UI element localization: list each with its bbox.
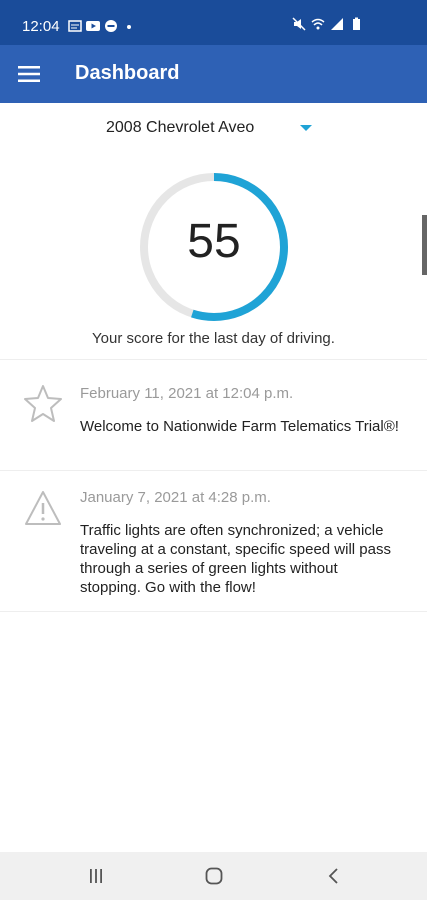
status-time: 12:04	[22, 18, 60, 35]
message-date: January 7, 2021 at 4:28 p.m.	[80, 489, 271, 506]
app-bar: Dashboard	[0, 45, 427, 103]
back-button[interactable]	[320, 864, 348, 888]
divider	[0, 470, 427, 471]
message-text: Traffic lights are often synchronized; a…	[80, 522, 391, 596]
recent-apps-icon	[90, 869, 102, 883]
list-item[interactable]: January 7, 2021 at 4:28 p.m. Traffic lig…	[0, 489, 427, 599]
star-icon	[24, 385, 62, 422]
signal-icon	[331, 18, 343, 30]
wifi-icon	[311, 18, 325, 30]
page-title: Dashboard	[75, 62, 180, 84]
do-not-disturb-icon	[105, 20, 117, 32]
status-right-icons	[292, 17, 363, 31]
mute-icon	[292, 17, 306, 31]
back-icon	[328, 868, 338, 884]
hamburger-menu-icon	[18, 66, 40, 82]
divider	[0, 359, 427, 360]
menu-button[interactable]	[14, 59, 44, 89]
scrollbar[interactable]	[422, 215, 427, 275]
score-value: 55	[187, 215, 241, 268]
divider	[0, 611, 427, 612]
warning-icon	[25, 491, 61, 525]
dot-icon	[127, 25, 131, 29]
status-bar: 12:04	[0, 0, 427, 45]
message-date: February 11, 2021 at 12:04 p.m.	[80, 385, 294, 402]
vehicle-dropdown[interactable]: 2008 Chevrolet Aveo	[0, 110, 427, 146]
list-item[interactable]: February 11, 2021 at 12:04 p.m. Welcome …	[0, 385, 427, 465]
vehicle-dropdown-value: 2008 Chevrolet Aveo	[106, 119, 255, 136]
recent-apps-button[interactable]	[82, 864, 110, 888]
message-text: Welcome to Nationwide Farm Telematics Tr…	[80, 418, 399, 435]
home-button[interactable]	[200, 864, 228, 888]
battery-icon	[353, 17, 360, 30]
score-caption: Your score for the last day of driving.	[92, 330, 335, 347]
status-left-icons	[68, 19, 136, 33]
youtube-icon	[86, 21, 100, 31]
home-icon	[205, 867, 223, 885]
notification-card-icon	[68, 20, 82, 32]
chevron-down-icon	[300, 125, 312, 131]
system-nav-bar	[0, 852, 427, 900]
